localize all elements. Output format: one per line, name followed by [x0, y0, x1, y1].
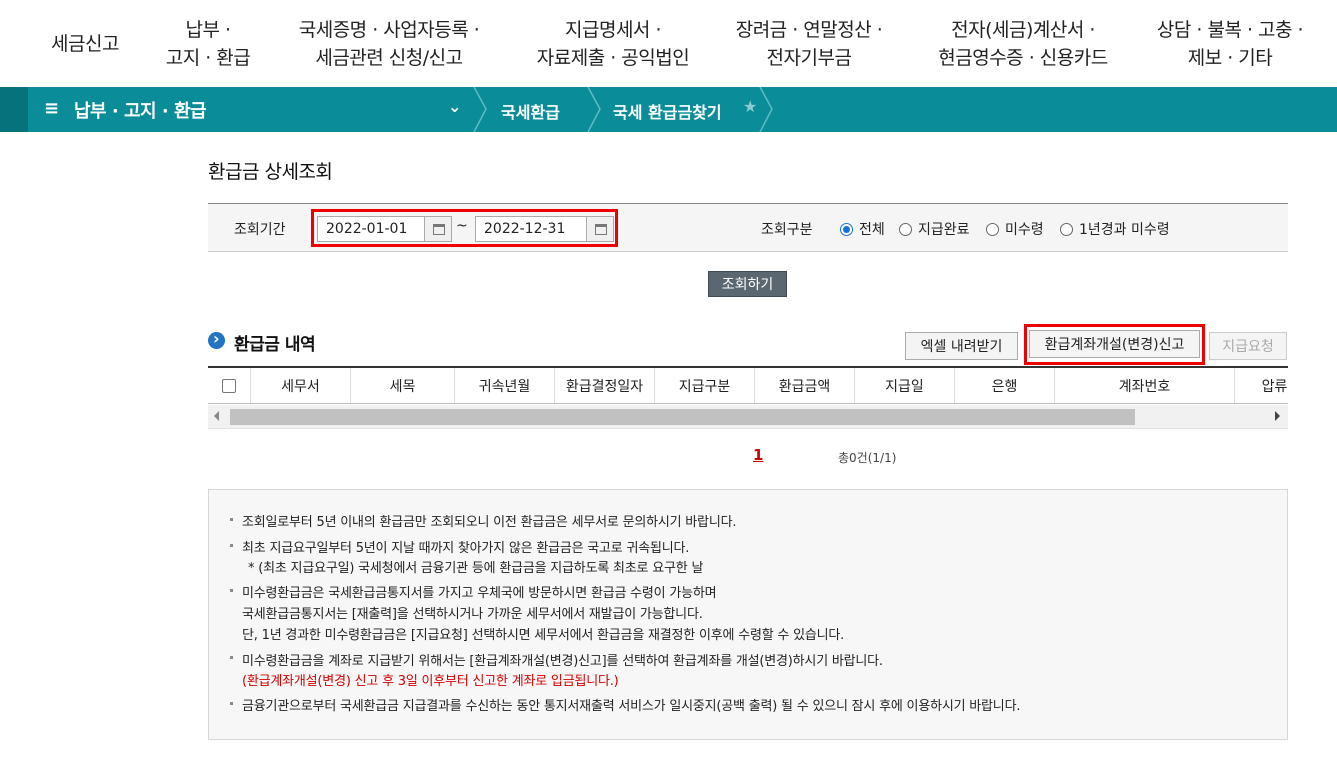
nav-item-label: 국세증명 · 사업자등록 ·	[298, 18, 480, 41]
nav-item-label: 전자(세금)계산서 ·	[951, 18, 1095, 41]
nav-item-label: 지급명세서 ·	[565, 18, 661, 41]
bullet-icon	[230, 656, 233, 659]
column-header: 환급결정일자	[554, 368, 654, 403]
top-navigation: 세금신고 납부 · 고지 · 환급 국세증명 · 사업자등록 · 세금관련 신청…	[0, 0, 1337, 87]
page-title: 환급금 상세조회	[208, 161, 333, 183]
breadcrumb: ≡ 납부 · 고지 · 환급 ⌄ 국세환급 국세 환급금찾기 ★	[0, 87, 1337, 132]
radio-label: 지급완료	[918, 222, 970, 238]
date-separator: ~	[456, 218, 468, 234]
bullet-icon	[230, 518, 233, 521]
column-header: 세목	[350, 368, 454, 403]
search-panel: 조회기간 2022-01-01 ~ 2022-12-31 조회구분 전체 지급완…	[208, 203, 1288, 252]
scroll-right-icon[interactable]	[1275, 411, 1280, 421]
scroll-left-icon[interactable]	[214, 411, 219, 421]
type-label: 조회구분	[761, 222, 813, 238]
nav-item-label: 납부 ·	[185, 18, 231, 41]
column-header: 세무서	[250, 368, 350, 403]
period-label: 조회기간	[234, 222, 286, 238]
calendar-icon[interactable]	[424, 216, 452, 242]
breadcrumb-edge	[0, 87, 28, 132]
section-title: 환급금 내역	[234, 335, 316, 355]
date-range-highlight: 2022-01-01 ~ 2022-12-31	[311, 209, 618, 247]
nav-item-label: 제보 · 기타	[1187, 46, 1273, 69]
notice-line: 금융기관으로부터 국세환급금 지급결과를 수신하는 동안 통지서재출력 서비스가…	[242, 699, 1021, 714]
notice-line: 미수령환급금은 국세환급금통지서를 가지고 우체국에 방문하시면 환급금 수령이…	[242, 586, 717, 601]
refund-table-header: 세무서 세목 귀속년월 환급결정일자 지급구분 환급금액 지급일 은행 계좌번호…	[208, 366, 1288, 404]
notice-line: 국세환급금통지서는 [재출력]을 선택하시거나 가까운 세무서에서 재발급이 가…	[242, 607, 703, 622]
payment-request-button[interactable]: 지급요청	[1209, 332, 1287, 360]
nav-item-label: 장려금 · 연말정산 ·	[735, 18, 883, 41]
nav-item-incentives[interactable]: 장려금 · 연말정산 · 전자기부금	[718, 0, 900, 87]
nav-item-consultation[interactable]: 상담 · 불복 · 고충 · 제보 · 기타	[1140, 0, 1320, 87]
nav-item-label: 자료제출 · 공익법인	[536, 46, 690, 69]
nav-item-certificates[interactable]: 국세증명 · 사업자등록 · 세금관련 신청/신고	[278, 0, 500, 87]
notice-line: * (최초 지급요구일) 국세청에서 금융기관 등에 환급금을 지급하도록 최초…	[248, 561, 704, 576]
calendar-icon[interactable]	[586, 216, 614, 242]
nav-item-label: 전자기부금	[766, 46, 852, 69]
pager-total: 총0건(1/1)	[838, 451, 897, 465]
radio-unclaimed-1yr[interactable]: 1년경과 미수령	[1060, 219, 1170, 239]
bullet-icon	[230, 544, 233, 547]
nav-item-label: 현금영수증 · 신용카드	[938, 46, 1108, 69]
radio-unclaimed[interactable]: 미수령	[986, 219, 1044, 239]
nav-item-payment-refund[interactable]: 납부 · 고지 · 환급	[148, 0, 268, 87]
column-header: 귀속년월	[454, 368, 554, 403]
breadcrumb-separator-icon	[587, 87, 601, 132]
select-all-checkbox[interactable]	[222, 379, 236, 393]
bullet-icon	[230, 702, 233, 705]
date-to-input[interactable]: 2022-12-31	[475, 216, 587, 242]
query-button[interactable]: 조회하기	[708, 271, 787, 297]
radio-dot-selected[interactable]	[840, 222, 853, 236]
radio-label: 미수령	[1005, 222, 1044, 238]
bullet-icon	[230, 589, 233, 592]
refund-account-report-button[interactable]: 환급계좌개설(변경)신고	[1029, 330, 1200, 358]
excel-download-button[interactable]: 엑셀 내려받기	[905, 332, 1018, 360]
radio-all[interactable]: 전체	[840, 219, 885, 239]
breadcrumb-separator-icon	[473, 87, 487, 132]
radio-dot[interactable]	[986, 222, 999, 236]
column-header: 지급일	[854, 368, 954, 403]
radio-dot[interactable]	[899, 222, 912, 236]
breadcrumb-separator-icon	[759, 87, 773, 132]
nav-item-tax-filing[interactable]: 세금신고	[36, 0, 134, 87]
notice-line-red: (환급계좌개설(변경) 신고 후 3일 이후부터 신고한 계좌로 입금됩니다.)	[242, 674, 619, 689]
scrollbar-thumb[interactable]	[230, 409, 1135, 425]
nav-item-label: 세금신고	[51, 32, 119, 55]
notice-line: 단, 1년 경과한 미수령환급금은 [지급요청] 선택하시면 세무서에서 환급금…	[242, 628, 845, 643]
radio-dot[interactable]	[1060, 222, 1073, 236]
notice-line: 조회일로부터 5년 이내의 환급금만 조회되오니 이전 환급금은 세무서로 문의…	[242, 515, 737, 530]
notice-box: 조회일로부터 5년 이내의 환급금만 조회되오니 이전 환급금은 세무서로 문의…	[208, 489, 1288, 740]
page-link-current[interactable]: 1	[753, 446, 763, 464]
section-bullet-icon	[208, 329, 225, 349]
nav-item-label: 상담 · 불복 · 고충 ·	[1156, 18, 1304, 41]
select-all-cell	[208, 368, 250, 403]
breadcrumb-item-refund-search[interactable]: 국세 환급금찾기	[613, 99, 722, 123]
horizontal-scrollbar[interactable]	[208, 405, 1288, 429]
nav-item-label: 고지 · 환급	[165, 46, 251, 69]
hamburger-menu-icon[interactable]: ≡	[44, 99, 59, 119]
column-header: 환급금액	[754, 368, 854, 403]
chevron-down-icon[interactable]: ⌄	[448, 97, 461, 116]
column-header: 계좌번호	[1054, 368, 1234, 403]
notice-line: 미수령환급금을 계좌로 지급받기 위해서는 [환급계좌개설(변경)신고]를 선택…	[242, 654, 883, 669]
breadcrumb-item-refund[interactable]: 국세환급	[501, 99, 560, 123]
column-header: 압류	[1234, 368, 1288, 403]
radio-label: 전체	[859, 222, 885, 238]
radio-label: 1년경과 미수령	[1079, 222, 1170, 238]
star-icon[interactable]: ★	[743, 97, 757, 116]
radio-paid[interactable]: 지급완료	[899, 219, 970, 239]
breadcrumb-title[interactable]: 납부 · 고지 · 환급	[74, 97, 207, 123]
nav-item-e-invoice[interactable]: 전자(세금)계산서 · 현금영수증 · 신용카드	[918, 0, 1128, 87]
notice-line: 최초 지급요구일부터 5년이 지날 때까지 찾아가지 않은 환급금은 국고로 귀…	[242, 541, 690, 556]
column-header: 지급구분	[654, 368, 754, 403]
column-header: 은행	[954, 368, 1054, 403]
nav-item-label: 세금관련 신청/신고	[315, 46, 463, 69]
nav-item-payment-statements[interactable]: 지급명세서 · 자료제출 · 공익법인	[518, 0, 708, 87]
date-from-input[interactable]: 2022-01-01	[317, 216, 425, 242]
